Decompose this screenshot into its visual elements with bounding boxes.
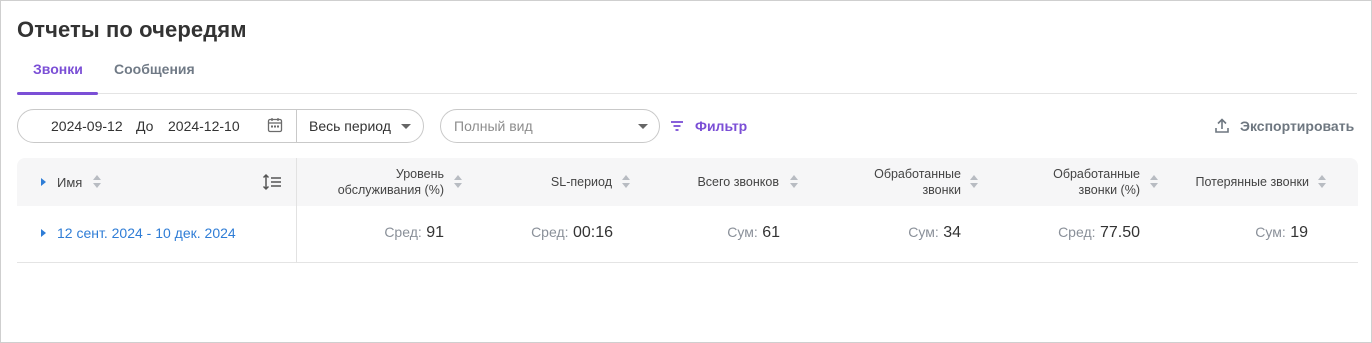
period-select[interactable]: Весь период bbox=[309, 118, 391, 134]
expand-all-icon[interactable] bbox=[41, 178, 46, 186]
cell-value: 34 bbox=[943, 224, 961, 241]
table-header: Имя Уровень обслуживания (%) SL-период В… bbox=[17, 158, 1358, 206]
cell-sl-period: Сред: 00:16 bbox=[531, 224, 613, 242]
column-header-total-calls[interactable]: Всего звонков bbox=[697, 174, 779, 190]
divider bbox=[296, 110, 297, 142]
caret-down-icon[interactable] bbox=[638, 124, 648, 129]
cell-handled-calls-pct: Сред: 77.50 bbox=[1058, 224, 1140, 242]
date-to-label: До bbox=[136, 118, 154, 134]
sort-icon[interactable] bbox=[93, 175, 101, 189]
column-header-lost-calls[interactable]: Потерянные звонки bbox=[1195, 174, 1309, 190]
column-header-line: Уровень bbox=[395, 167, 444, 181]
expand-row-icon[interactable] bbox=[41, 229, 46, 237]
view-select-placeholder: Полный вид bbox=[454, 118, 533, 134]
column-header-handled-calls[interactable]: Обработанные звонки bbox=[874, 166, 961, 198]
cell-total-calls: Сум: 61 bbox=[727, 224, 780, 242]
cell-value: 19 bbox=[1290, 224, 1308, 241]
sort-icon[interactable] bbox=[790, 175, 798, 189]
column-divider bbox=[296, 158, 297, 263]
filter-label: Фильтр bbox=[695, 118, 748, 134]
column-header-name[interactable]: Имя bbox=[57, 175, 82, 190]
cell-prefix: Сред: bbox=[531, 224, 569, 240]
active-tab-indicator bbox=[17, 92, 98, 95]
column-header-line: звонки (%) bbox=[1078, 183, 1140, 197]
export-label: Экспортировать bbox=[1240, 118, 1355, 134]
sort-icon[interactable] bbox=[1318, 175, 1326, 189]
column-header-line: Обработанные bbox=[1053, 167, 1140, 181]
date-to-field[interactable]: 2024-12-10 bbox=[168, 118, 240, 134]
cell-prefix: Сум: bbox=[727, 224, 758, 240]
cell-prefix: Сред: bbox=[384, 224, 422, 240]
cell-lost-calls: Сум: 19 bbox=[1255, 224, 1308, 242]
page-title: Отчеты по очередям bbox=[17, 17, 247, 42]
caret-down-icon[interactable] bbox=[401, 124, 411, 129]
report-page: Отчеты по очередям Звонки Сообщения 2024… bbox=[0, 0, 1372, 343]
sort-icon[interactable] bbox=[970, 175, 978, 189]
filter-icon bbox=[671, 121, 683, 131]
column-header-sl-period[interactable]: SL-период bbox=[551, 174, 612, 190]
cell-handled-calls: Сум: 34 bbox=[908, 224, 961, 242]
column-header-line: Обработанные bbox=[874, 167, 961, 181]
cell-prefix: Сум: bbox=[1255, 224, 1286, 240]
table-row: 12 сент. 2024 - 10 дек. 2024 Сред: 91 Ср… bbox=[17, 206, 1358, 263]
report-table: Имя Уровень обслуживания (%) SL-период В… bbox=[17, 158, 1358, 263]
tab-bar: Звонки Сообщения bbox=[17, 53, 1357, 95]
tab-messages[interactable]: Сообщения bbox=[114, 61, 195, 77]
cell-prefix: Сред: bbox=[1058, 224, 1096, 240]
date-range-picker[interactable]: 2024-09-12 До 2024-12-10 Весь период bbox=[17, 109, 424, 143]
cell-value: 61 bbox=[762, 224, 780, 241]
column-header-handled-calls-pct[interactable]: Обработанные звонки (%) bbox=[1053, 166, 1140, 198]
cell-value: 77.50 bbox=[1099, 224, 1140, 241]
column-header-line: звонки bbox=[922, 183, 961, 197]
row-period-label[interactable]: 12 сент. 2024 - 10 дек. 2024 bbox=[57, 225, 236, 241]
sort-icon[interactable] bbox=[622, 175, 630, 189]
cell-prefix: Сум: bbox=[908, 224, 939, 240]
cell-service-level: Сред: 91 bbox=[384, 224, 444, 242]
tab-calls[interactable]: Звонки bbox=[33, 61, 83, 77]
sort-icon[interactable] bbox=[1150, 175, 1158, 189]
view-select[interactable]: Полный вид bbox=[440, 109, 660, 143]
date-from-field[interactable]: 2024-09-12 bbox=[51, 118, 123, 134]
column-header-line: обслуживания (%) bbox=[337, 183, 444, 197]
cell-value: 91 bbox=[426, 224, 444, 241]
column-header-service-level[interactable]: Уровень обслуживания (%) bbox=[338, 166, 444, 198]
cell-value: 00:16 bbox=[572, 224, 613, 241]
sort-icon[interactable] bbox=[454, 175, 462, 189]
calendar-icon[interactable] bbox=[267, 117, 283, 133]
column-settings-icon[interactable] bbox=[262, 173, 282, 191]
upload-icon bbox=[1215, 118, 1229, 133]
